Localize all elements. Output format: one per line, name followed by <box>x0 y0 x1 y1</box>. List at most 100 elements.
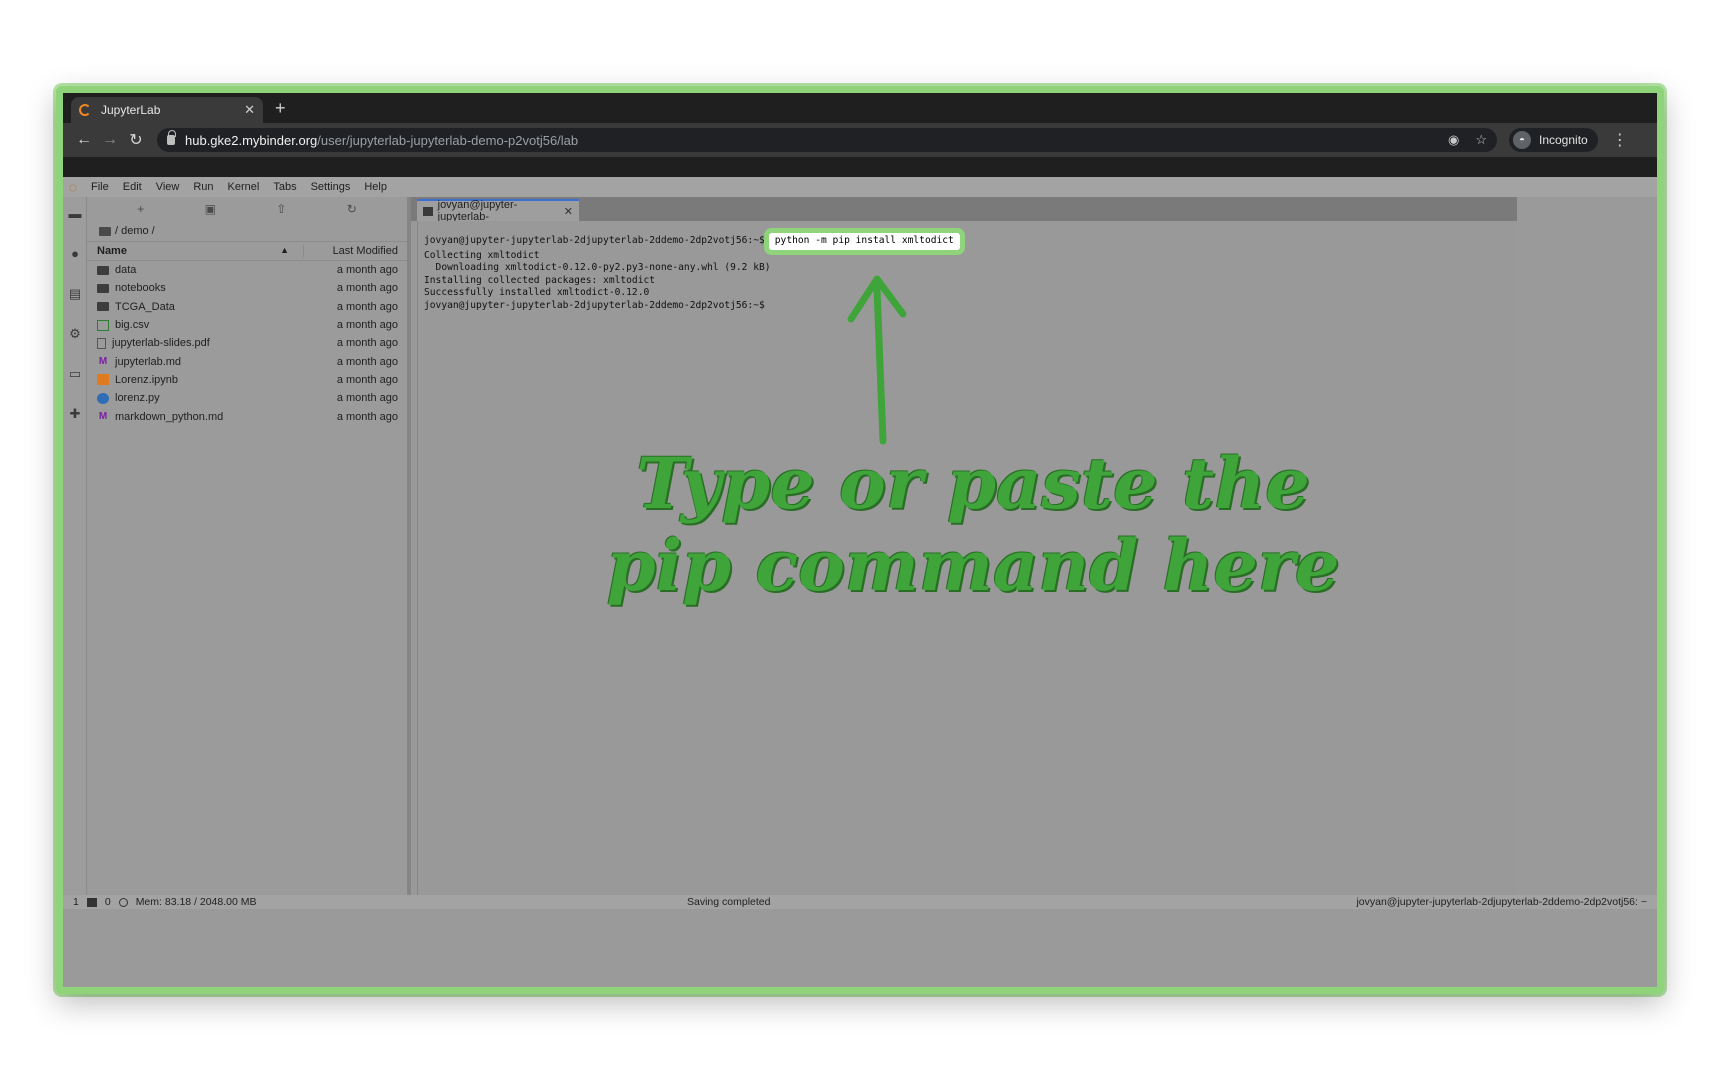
menu-view[interactable]: View <box>156 181 180 193</box>
annotation-text: Type or paste the pip command here <box>583 443 1363 607</box>
forward-icon[interactable]: → <box>97 131 123 149</box>
py-file-icon <box>97 392 109 404</box>
highlighted-command: python -m pip install xmltodict <box>768 233 960 250</box>
browser-menu-icon[interactable]: ⋮ <box>1612 130 1628 150</box>
terminal-tab-label: jovyan@jupyter-jupyterlab- <box>437 199 518 223</box>
menu-edit[interactable]: Edit <box>123 181 142 193</box>
breadcrumb-path: / demo / <box>115 225 155 237</box>
file-name: notebooks <box>115 282 166 295</box>
file-name: lorenz.py <box>115 392 160 405</box>
menu-file[interactable]: File <box>91 181 109 193</box>
pdf-file-icon <box>97 337 106 349</box>
new-launcher-icon[interactable]: + <box>137 202 144 216</box>
incognito-icon: ◓ <box>1513 131 1531 149</box>
file-modified: a month ago <box>336 337 398 350</box>
running-icon[interactable]: ● <box>68 247 82 261</box>
lock-icon <box>167 130 176 145</box>
terminal-output-line: Downloading xmltodict-0.12.0-py2.py3-non… <box>424 262 771 273</box>
url-path: /user/jupyterlab-jupyterlab-demo-p2votj5… <box>317 132 579 148</box>
main-tabbar: jovyan@jupyter-jupyterlab- ✕ <box>411 197 1517 223</box>
file-row[interactable]: Mmarkdown_python.md a month ago <box>87 407 407 425</box>
file-modified: a month ago <box>336 373 398 386</box>
folder-file-icon <box>97 302 109 312</box>
file-row[interactable]: jupyterlab-slides.pdf a month ago <box>87 334 407 352</box>
file-row[interactable]: TCGA_Data a month ago <box>87 298 407 316</box>
bookmark-star-icon[interactable]: ☆ <box>1475 132 1487 148</box>
screenshot-frame: JupyterLab ✕ + ← → ↻ hub.gke2.mybinder.o… <box>56 86 1664 994</box>
menu-help[interactable]: Help <box>364 181 387 193</box>
terminal-path-status: jovyan@jupyter-jupyterlab-2djupyterlab-2… <box>1356 896 1647 908</box>
settings-icon <box>118 897 128 907</box>
incognito-label: Incognito <box>1539 133 1588 147</box>
file-name: jupyterlab.md <box>115 355 182 368</box>
browser-tab[interactable]: JupyterLab ✕ <box>71 97 263 123</box>
file-row[interactable]: Lorenz.ipynb a month ago <box>87 371 407 389</box>
browser-tab-title: JupyterLab <box>101 103 161 117</box>
close-tab-icon[interactable]: ✕ <box>244 102 255 118</box>
property-inspector-icon[interactable]: ⚙ <box>68 327 82 341</box>
terminal-output-line: Installing collected packages: xmltodict <box>424 274 656 286</box>
sort-asc-icon: ▲ <box>280 245 289 255</box>
incognito-badge[interactable]: ◓ Incognito <box>1509 128 1598 152</box>
file-browser-toolbar: + ▣ ⇧ ↻ <box>87 197 407 221</box>
folder-file-icon <box>97 265 109 275</box>
csv-file-icon <box>97 319 109 331</box>
kernel-count[interactable]: 1 <box>73 896 79 908</box>
file-row[interactable]: Mjupyterlab.md a month ago <box>87 352 407 370</box>
terminal-tab[interactable]: jovyan@jupyter-jupyterlab- ✕ <box>417 199 579 223</box>
jupyterlab-menubar: ◌ File Edit View Run Kernel Tabs Setting… <box>63 177 1657 197</box>
extension-icon[interactable]: ✚ <box>68 407 82 421</box>
address-bar[interactable]: hub.gke2.mybinder.org /user/jupyterlab-j… <box>157 128 1497 152</box>
url-host: hub.gke2.mybinder.org <box>185 132 318 148</box>
file-modified: a month ago <box>336 319 398 332</box>
menu-tabs[interactable]: Tabs <box>273 181 296 193</box>
file-modified: a month ago <box>336 410 398 423</box>
file-modified: a month ago <box>336 282 398 295</box>
browser-tabbar: JupyterLab ✕ + <box>63 93 1657 123</box>
file-modified: a month ago <box>336 392 398 405</box>
terminal-output-line: Successfully installed xmltodict-0.12.0 <box>424 287 650 298</box>
file-row[interactable]: lorenz.py a month ago <box>87 389 407 407</box>
name-column-header[interactable]: Name ▲ <box>87 245 303 257</box>
name-header-label: Name <box>97 245 127 257</box>
eye-off-icon[interactable]: ◉ <box>1448 132 1459 148</box>
annotation-line-2: pip command here <box>606 524 1340 607</box>
close-tab-icon[interactable]: ✕ <box>564 205 573 218</box>
status-bar: 1 0 Mem: 83.18 / 2048.00 MB Saving compl… <box>63 895 1657 909</box>
reload-icon[interactable]: ↻ <box>123 130 149 150</box>
file-row[interactable]: data a month ago <box>87 261 407 279</box>
terminal-count[interactable]: 0 <box>105 896 111 908</box>
folder-icon <box>99 226 111 236</box>
folder-icon[interactable]: ▬ <box>68 207 82 221</box>
file-name: TCGA_Data <box>115 300 175 313</box>
terminal-final-prompt: jovyan@jupyter-jupyterlab-2djupyterlab-2… <box>424 299 765 311</box>
new-tab-icon[interactable]: + <box>275 98 286 119</box>
file-name: big.csv <box>115 319 150 332</box>
breadcrumb[interactable]: / demo / <box>87 221 407 241</box>
file-name: Lorenz.ipynb <box>115 373 178 386</box>
last-modified-column-header[interactable]: Last Modified <box>303 245 407 257</box>
upload-icon[interactable]: ⇧ <box>276 202 286 216</box>
file-name: jupyterlab-slides.pdf <box>112 337 210 350</box>
file-row[interactable]: big.csv a month ago <box>87 316 407 334</box>
refresh-icon[interactable]: ↻ <box>347 202 357 216</box>
menu-run[interactable]: Run <box>193 181 213 193</box>
file-list: data a month ago notebooks a month ago TCGA_… <box>87 261 407 426</box>
file-name: data <box>115 264 137 277</box>
open-tabs-icon[interactable]: ▭ <box>68 367 82 381</box>
jupyter-logo-icon: ◌ <box>68 179 78 195</box>
md-file-icon: M <box>98 411 108 423</box>
terminal-command-line: jovyan@jupyter-jupyterlab-2djupyterlab-2… <box>424 233 1511 250</box>
commands-icon[interactable]: ▤ <box>68 287 82 301</box>
terminal-prompt: jovyan@jupyter-jupyterlab-2djupyterlab-2… <box>424 235 765 246</box>
menu-settings[interactable]: Settings <box>311 181 351 193</box>
menu-kernel[interactable]: Kernel <box>228 181 260 193</box>
file-row[interactable]: notebooks a month ago <box>87 279 407 297</box>
file-modified: a month ago <box>336 264 398 277</box>
new-folder-icon[interactable]: ▣ <box>205 202 216 216</box>
file-name: markdown_python.md <box>115 410 224 423</box>
back-icon[interactable]: ← <box>71 131 97 149</box>
memory-usage: Mem: 83.18 / 2048.00 MB <box>135 896 257 908</box>
terminal-output-line: Collecting xmltodict <box>424 249 540 261</box>
md-file-icon: M <box>98 356 108 368</box>
